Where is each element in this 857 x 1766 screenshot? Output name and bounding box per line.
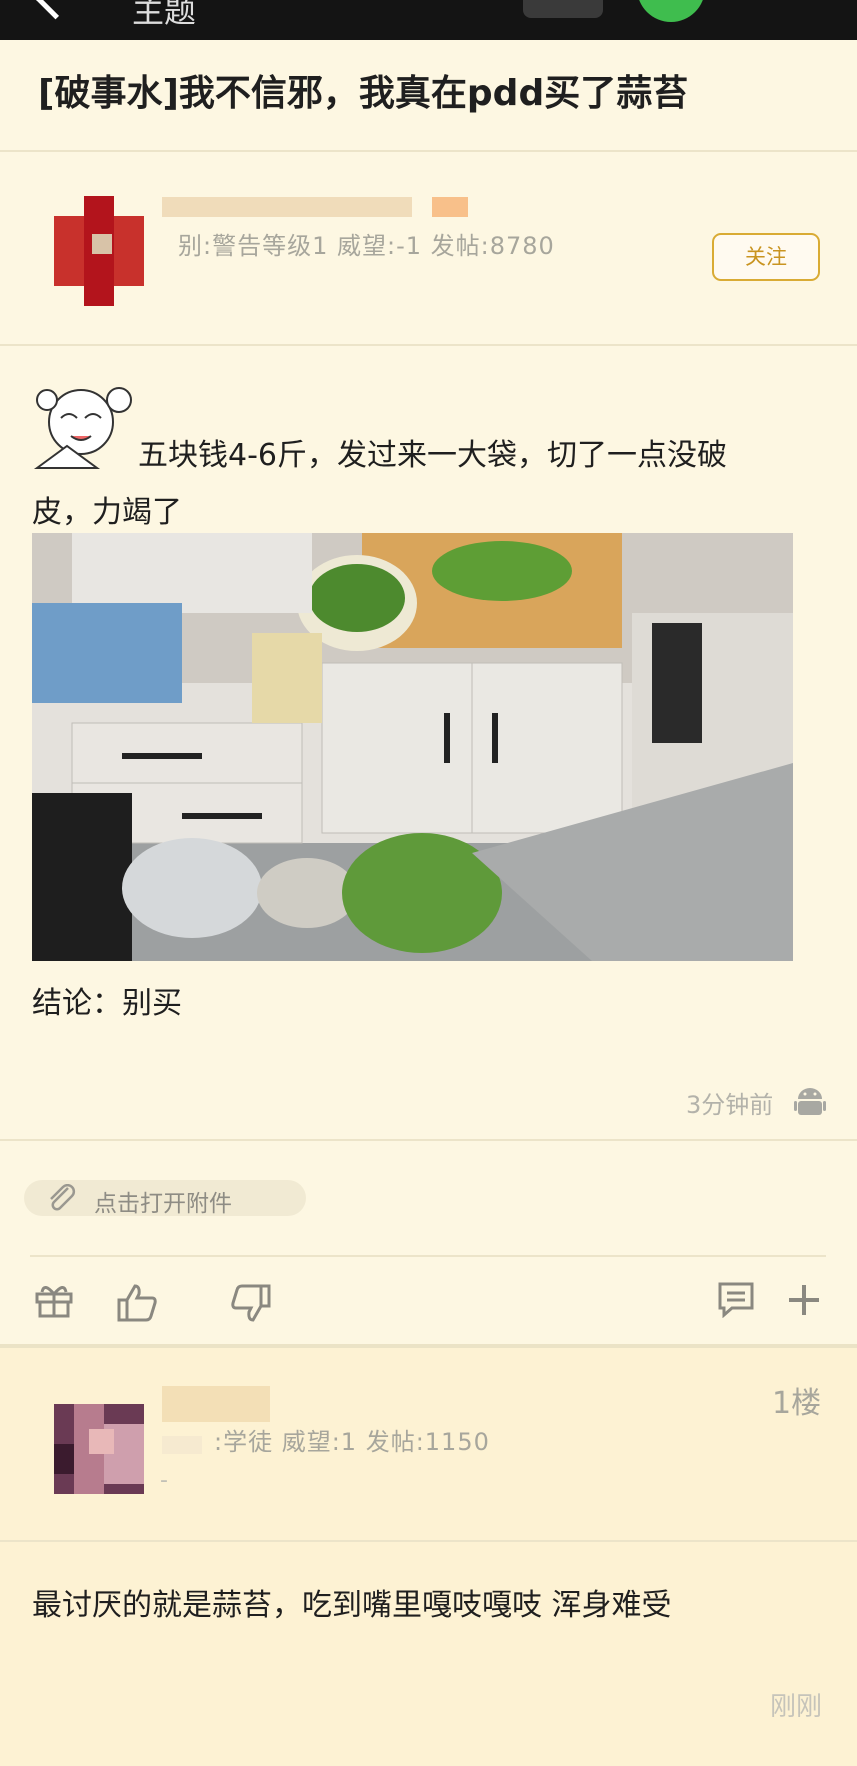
post-time: 3分钟前 [686, 1091, 774, 1119]
comment-icon[interactable] [716, 1280, 756, 1318]
top-bar: 主题 [0, 0, 857, 40]
android-icon [794, 1088, 826, 1115]
gift-icon[interactable] [34, 1282, 74, 1318]
post-body-line: 皮，力竭了 [32, 495, 182, 530]
post-title: [破事水]我不信邪，我真在pdd买了蒜苔 [38, 73, 689, 114]
reply-time: 刚刚 [770, 1692, 823, 1722]
divider [0, 150, 857, 152]
author-name-blurred[interactable] [162, 197, 412, 217]
author-name-blurred[interactable] [162, 1386, 270, 1422]
author-badge [432, 197, 468, 217]
divider [30, 1255, 826, 1257]
floor-number: 1楼 [772, 1386, 822, 1421]
top-bar-title: 主题 [132, 0, 197, 30]
kitchen-photo[interactable] [32, 533, 793, 961]
attachment-button[interactable]: 点击打开附件 [24, 1180, 306, 1217]
divider [0, 1540, 857, 1542]
follow-button[interactable]: 关注 [712, 233, 820, 281]
author-level-blurred [162, 1436, 202, 1454]
avatar[interactable] [54, 196, 144, 306]
anime-emoji-icon [33, 387, 132, 469]
author-meta: 别:警告等级1 威望:-1 发帖:8780 [178, 232, 555, 260]
post-body-line: 五块钱4-6斤，发过来一大袋，切了一点没破 [138, 438, 727, 473]
top-bar-action-button[interactable] [523, 0, 603, 18]
divider [0, 1344, 857, 1348]
plus-icon[interactable] [786, 1282, 822, 1318]
attachment-label: 点击打开附件 [94, 1191, 232, 1217]
thumbs-up-icon[interactable] [116, 1282, 158, 1324]
thumbs-down-icon[interactable] [230, 1282, 272, 1324]
post-conclusion: 结论：别买 [32, 986, 182, 1021]
divider [0, 1139, 857, 1141]
paperclip-icon [50, 1184, 76, 1211]
avatar[interactable] [54, 1404, 144, 1494]
back-icon[interactable] [33, 0, 78, 20]
reply-author-meta: :学徒 威望:1 发帖:1150 [214, 1428, 490, 1456]
divider [0, 344, 857, 346]
reply-signature: - [160, 1468, 168, 1493]
reply-text: 最讨厌的就是蒜苔，吃到嘴里嘎吱嘎吱 浑身难受 [32, 1588, 672, 1623]
top-bar-green-button[interactable] [637, 0, 705, 22]
